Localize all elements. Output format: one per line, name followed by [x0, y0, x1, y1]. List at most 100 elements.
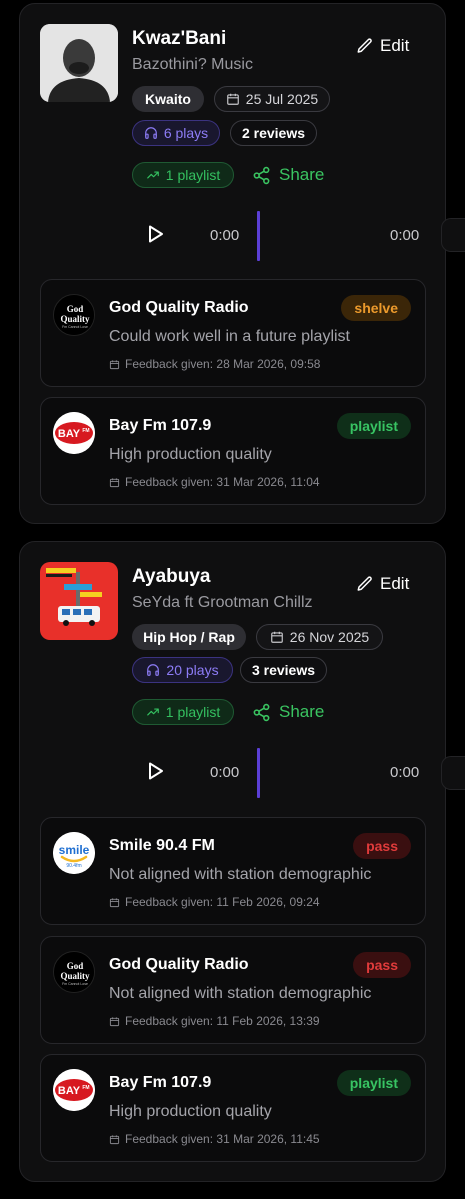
- reviews-label: 3 reviews: [251, 662, 316, 678]
- station-name: God Quality Radio: [109, 956, 249, 973]
- calendar-icon: [270, 630, 284, 644]
- calendar-icon: [109, 1134, 120, 1145]
- playlist-count-label: 1 playlist: [165, 167, 221, 183]
- calendar-icon: [109, 1016, 120, 1027]
- status-badge: pass: [353, 833, 411, 859]
- track-card-ayabuya: Ayabuya SeYda ft Grootman Chillz Edit Hi…: [19, 541, 446, 1182]
- track-cover-art[interactable]: [40, 562, 118, 640]
- side-handle-icon[interactable]: [441, 218, 465, 252]
- reviews-chip[interactable]: 3 reviews: [240, 657, 327, 683]
- headphones-icon: [144, 126, 158, 140]
- share-icon: [252, 703, 271, 722]
- play-button[interactable]: [148, 225, 166, 245]
- genre-chip: Hip Hop / Rap: [132, 624, 246, 650]
- track-artist: SeYda ft Grootman Chillz: [132, 594, 313, 611]
- feedback-date: Feedback given: 28 Mar 2026, 09:58: [109, 357, 320, 371]
- svg-text:Fm Cannot Lose: Fm Cannot Lose: [62, 982, 88, 986]
- track-artist: Bazothini? Music: [132, 56, 253, 73]
- feedback-card: BAY FM Bay Fm 107.9 playlist High produc…: [40, 1054, 426, 1162]
- current-time: 0:00: [210, 227, 240, 244]
- svg-text:Quality: Quality: [60, 971, 90, 981]
- audio-player: 0:00 0:00: [20, 748, 447, 798]
- playlist-count-label: 1 playlist: [165, 704, 221, 720]
- svg-text:smile: smile: [59, 843, 90, 857]
- calendar-icon: [109, 897, 120, 908]
- edit-button[interactable]: Edit: [356, 34, 409, 58]
- duration: 0:00: [390, 764, 420, 781]
- headphones-icon: [146, 663, 160, 677]
- god-quality-radio-logo: God Quality Fm Cannot Lose: [53, 951, 95, 993]
- svg-text:God: God: [67, 961, 84, 971]
- playlist-count-chip: 1 playlist: [132, 162, 234, 188]
- feedback-date: Feedback given: 11 Feb 2026, 13:39: [109, 1014, 320, 1028]
- feedback-date-label: Feedback given: 31 Mar 2026, 11:04: [125, 475, 320, 489]
- release-date-label: 25 Jul 2025: [245, 91, 319, 107]
- station-name: Bay Fm 107.9: [109, 1074, 212, 1091]
- svg-text:FM: FM: [82, 1085, 89, 1091]
- current-time: 0:00: [210, 764, 240, 781]
- track-title: Ayabuya: [132, 566, 211, 587]
- share-label: Share: [279, 702, 325, 721]
- share-button[interactable]: Share: [252, 162, 324, 188]
- god-quality-radio-logo: God Quality Fm Cannot Lose: [53, 294, 95, 336]
- plays-label: 20 plays: [166, 662, 219, 678]
- feedback-date: Feedback given: 11 Feb 2026, 09:24: [109, 895, 320, 909]
- calendar-icon: [226, 92, 240, 106]
- feedback-card: God Quality Fm Cannot Lose God Quality R…: [40, 279, 426, 387]
- share-label: Share: [279, 165, 325, 184]
- station-name: Bay Fm 107.9: [109, 417, 212, 434]
- feedback-date: Feedback given: 31 Mar 2026, 11:04: [109, 475, 320, 489]
- feedback-card: God Quality Fm Cannot Lose God Quality R…: [40, 936, 426, 1044]
- reviews-chip[interactable]: 2 reviews: [230, 120, 317, 146]
- status-badge: pass: [353, 952, 411, 978]
- status-badge: shelve: [341, 295, 411, 321]
- genre-label: Kwaito: [145, 91, 191, 107]
- feedback-date: Feedback given: 31 Mar 2026, 11:45: [109, 1132, 320, 1146]
- play-button[interactable]: [148, 762, 166, 782]
- calendar-icon: [109, 477, 120, 488]
- status-badge: playlist: [336, 1070, 411, 1096]
- release-date-chip: 26 Nov 2025: [256, 624, 383, 650]
- svg-text:90.4fm: 90.4fm: [66, 863, 81, 869]
- feedback-card: BAY FM Bay Fm 107.9 playlist High produc…: [40, 397, 426, 505]
- share-icon: [252, 166, 271, 185]
- plays-chip: 6 plays: [132, 120, 220, 146]
- smile-fm-logo: smile 90.4fm: [53, 832, 95, 874]
- track-cover-art[interactable]: [40, 24, 118, 102]
- feedback-comment: High production quality: [109, 446, 272, 463]
- plays-chip: 20 plays: [132, 657, 233, 683]
- side-handle-icon[interactable]: [441, 756, 465, 790]
- release-date-label: 26 Nov 2025: [289, 629, 370, 645]
- feedback-date-label: Feedback given: 11 Feb 2026, 13:39: [125, 1014, 320, 1028]
- release-date-chip: 25 Jul 2025: [214, 86, 330, 112]
- svg-text:Fm Cannot Lose: Fm Cannot Lose: [62, 325, 88, 329]
- feedback-comment: High production quality: [109, 1103, 272, 1120]
- svg-text:FM: FM: [82, 428, 89, 434]
- audio-player: 0:00 0:00: [20, 211, 447, 261]
- duration: 0:00: [390, 227, 420, 244]
- pencil-icon: [356, 37, 374, 55]
- calendar-icon: [109, 359, 120, 370]
- playlist-count-chip: 1 playlist: [132, 699, 234, 725]
- share-button[interactable]: Share: [252, 699, 324, 725]
- bay-fm-logo: BAY FM: [53, 412, 95, 454]
- progress-bar[interactable]: [257, 748, 260, 798]
- track-title: Kwaz'Bani: [132, 28, 227, 49]
- plays-label: 6 plays: [163, 125, 209, 141]
- genre-chip: Kwaito: [132, 86, 204, 112]
- genre-label: Hip Hop / Rap: [143, 629, 235, 645]
- pencil-icon: [356, 575, 374, 593]
- edit-button[interactable]: Edit: [356, 572, 409, 596]
- status-badge: playlist: [336, 413, 411, 439]
- svg-text:BAY: BAY: [58, 1085, 81, 1097]
- progress-bar[interactable]: [257, 211, 260, 261]
- edit-label: Edit: [380, 36, 410, 55]
- station-name: God Quality Radio: [109, 299, 249, 316]
- feedback-date-label: Feedback given: 31 Mar 2026, 11:45: [125, 1132, 320, 1146]
- reviews-label: 2 reviews: [241, 125, 306, 141]
- feedback-date-label: Feedback given: 11 Feb 2026, 09:24: [125, 895, 320, 909]
- svg-text:Quality: Quality: [60, 314, 90, 324]
- station-name: Smile 90.4 FM: [109, 837, 215, 854]
- feedback-comment: Not aligned with station demographic: [109, 866, 372, 883]
- trending-up-icon: [146, 168, 160, 182]
